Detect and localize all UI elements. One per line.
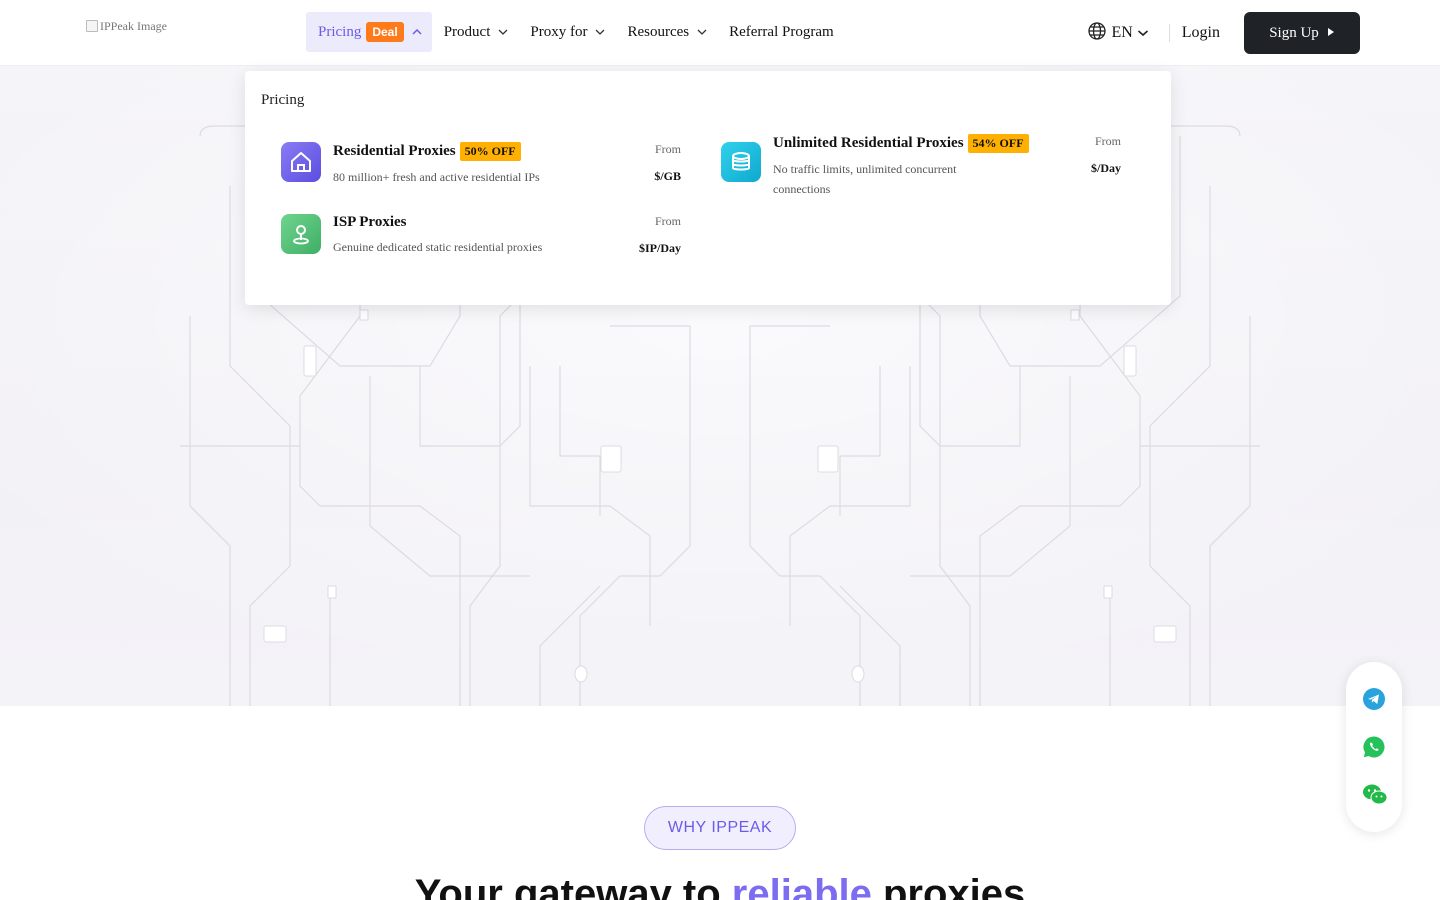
contact-widget	[1346, 662, 1402, 832]
play-arrow-icon	[1327, 25, 1335, 42]
nav-product[interactable]: Product	[443, 12, 508, 52]
unlimited-name: Unlimited Residential Proxies	[773, 135, 964, 151]
nav-product-label: Product	[443, 23, 491, 40]
telegram-icon[interactable]	[1362, 687, 1386, 711]
signup-label: Sign Up	[1269, 24, 1319, 41]
nav-resources-label: Resources	[627, 23, 690, 40]
headline-highlight: reliable	[731, 872, 872, 900]
chevron-down-icon	[697, 28, 707, 36]
product-description: No traffic limits, unlimited concurrent …	[773, 159, 1029, 199]
nav-resources[interactable]: Resources	[627, 12, 707, 52]
unlimited-price: From $/Day	[1091, 134, 1121, 176]
product-residential-proxies[interactable]: Residential Proxies 50% OFF 80 million+ …	[281, 142, 540, 187]
price-value: $/Day	[1091, 161, 1121, 175]
why-ippeak-badge: WHY IPPEAK	[644, 806, 796, 850]
nav-proxy-for[interactable]: Proxy for	[530, 12, 605, 52]
section-headline: Your gateway to reliable proxies	[0, 872, 1440, 900]
nav-proxy-for-label: Proxy for	[530, 23, 588, 40]
price-from-label: From	[1094, 134, 1121, 148]
chevron-down-icon	[1137, 24, 1149, 42]
isp-name: ISP Proxies	[333, 214, 407, 230]
residential-name: Residential Proxies	[333, 143, 456, 159]
language-label: EN	[1111, 24, 1133, 41]
description-line: No traffic limits, unlimited concurrent	[773, 162, 957, 176]
product-name: Unlimited Residential Proxies 54% OFF	[773, 134, 1029, 153]
site-logo[interactable]: IPPeak Image	[86, 18, 176, 34]
chevron-down-icon	[595, 28, 605, 36]
product-name: Residential Proxies 50% OFF	[333, 142, 540, 161]
home-icon	[281, 142, 321, 182]
nav-pricing-label: Pricing	[318, 23, 362, 40]
signup-button[interactable]: Sign Up	[1244, 12, 1360, 54]
price-value: $/GB	[654, 169, 681, 183]
chevron-up-icon	[412, 28, 422, 36]
price-from-label: From	[654, 142, 681, 156]
price-from-label: From	[654, 214, 681, 228]
isp-price: From $IP/Day	[639, 214, 681, 256]
site-header: IPPeak Image Pricing Deal Product Proxy …	[0, 0, 1440, 66]
whatsapp-icon[interactable]	[1362, 735, 1386, 759]
location-pin-icon	[281, 214, 321, 254]
pricing-dropdown: Pricing Residential Proxies 50% OFF 80 m…	[245, 71, 1171, 305]
discount-badge: 54% OFF	[967, 134, 1029, 153]
product-name: ISP Proxies	[333, 214, 542, 231]
broken-image-icon	[86, 20, 98, 32]
header-actions: EN Login Sign Up	[1087, 12, 1360, 54]
discount-badge: 50% OFF	[459, 142, 521, 161]
main-nav: Pricing Deal Product Proxy for Resources	[306, 12, 858, 52]
product-description: 80 million+ fresh and active residential…	[333, 170, 540, 184]
product-isp-proxies[interactable]: ISP Proxies Genuine dedicated static res…	[281, 214, 542, 257]
wechat-icon[interactable]	[1362, 783, 1388, 807]
database-icon	[721, 142, 761, 182]
nav-pricing[interactable]: Pricing Deal	[306, 12, 432, 52]
logo-alt-text: IPPeak Image	[100, 18, 167, 33]
header-divider	[1168, 24, 1170, 42]
login-link[interactable]: Login	[1182, 24, 1220, 42]
price-value: $IP/Day	[639, 241, 681, 255]
nav-referral-program[interactable]: Referral Program	[729, 12, 834, 52]
chevron-down-icon	[498, 28, 508, 36]
residential-price: From $/GB	[654, 142, 681, 184]
product-unlimited-residential-proxies[interactable]: Unlimited Residential Proxies 54% OFF No…	[721, 134, 1029, 199]
headline-text: Your gateway to	[414, 872, 732, 900]
language-selector[interactable]: EN	[1087, 21, 1148, 46]
globe-icon	[1087, 21, 1107, 46]
nav-referral-label: Referral Program	[729, 23, 834, 40]
headline-text: proxies	[871, 872, 1026, 900]
dropdown-title: Pricing	[261, 92, 305, 108]
deal-badge: Deal	[366, 22, 404, 42]
description-line: connections	[773, 182, 831, 196]
product-description: Genuine dedicated static residential pro…	[333, 240, 543, 254]
